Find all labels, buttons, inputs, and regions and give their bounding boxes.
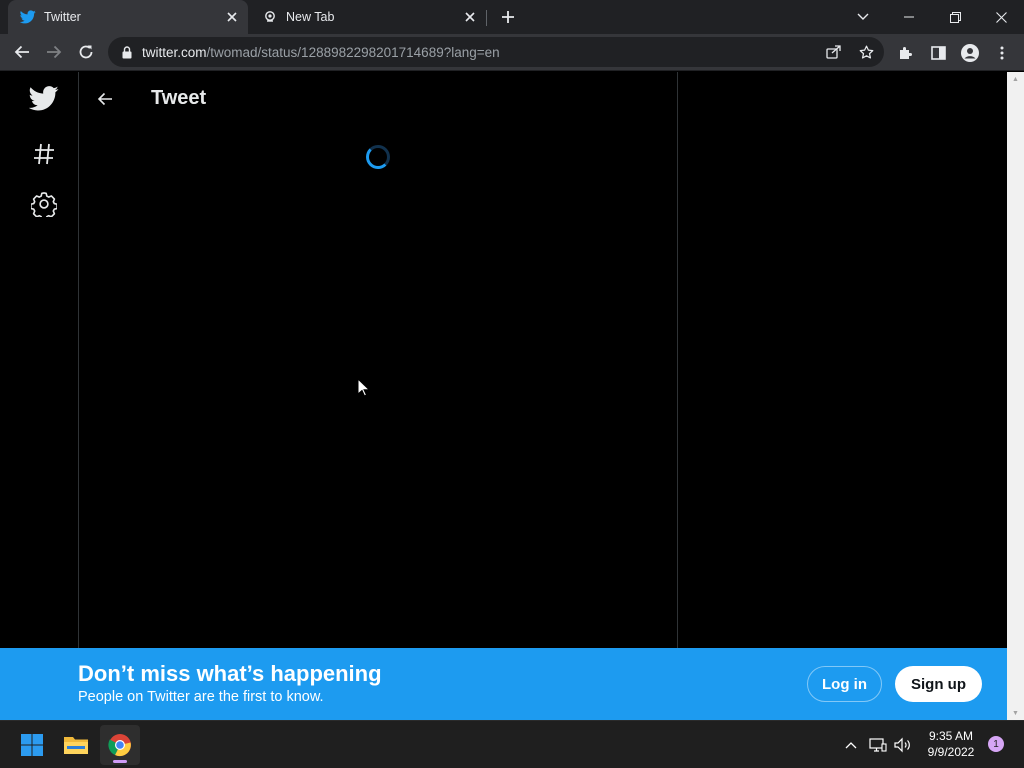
browser-menu-kebab-icon[interactable] xyxy=(989,40,1015,66)
profile-avatar-icon[interactable] xyxy=(957,40,983,66)
file-explorer-icon[interactable] xyxy=(56,725,96,765)
share-icon[interactable] xyxy=(823,41,845,63)
new-tab-globe-icon xyxy=(262,9,278,25)
hashtag-icon[interactable] xyxy=(22,132,66,176)
restore-icon[interactable] xyxy=(932,0,978,34)
url-host: twitter.com xyxy=(142,44,207,60)
url-text: twitter.com/twomad/status/12889822982017… xyxy=(142,45,500,60)
tab-title: New Tab xyxy=(286,10,335,24)
active-app-indicator xyxy=(113,760,127,763)
settings-gear-icon[interactable] xyxy=(22,182,66,226)
signup-banner: Don’t miss what’s happening People on Tw… xyxy=(0,648,1007,720)
scroll-up-arrow-icon[interactable]: ▲ xyxy=(1007,72,1024,86)
chrome-icon[interactable] xyxy=(100,725,140,765)
windows-start-icon[interactable] xyxy=(12,725,52,765)
left-navigation xyxy=(0,72,78,720)
clock-date: 9/9/2022 xyxy=(927,745,975,759)
tab-title: Twitter xyxy=(44,10,81,24)
tab-separator xyxy=(486,10,487,26)
tab-twitter[interactable]: Twitter xyxy=(8,0,248,34)
taskbar-clock[interactable]: 9:35 AM 9/9/2022 xyxy=(918,728,984,760)
show-hidden-icons-chevron-icon[interactable] xyxy=(839,733,863,757)
page-viewport: Tweet xyxy=(0,72,1007,720)
banner-headline: Don’t miss what’s happening xyxy=(78,661,382,686)
back-arrow-icon[interactable] xyxy=(8,38,36,66)
tab-new-tab[interactable]: New Tab xyxy=(250,0,486,34)
banner-subtext: People on Twitter are the first to know. xyxy=(78,689,324,705)
network-icon[interactable] xyxy=(866,733,890,757)
tweet-header: Tweet xyxy=(79,72,677,125)
reload-icon[interactable] xyxy=(72,38,100,66)
twitter-bird-icon xyxy=(20,9,36,25)
column-divider xyxy=(78,72,79,720)
new-tab-plus-icon[interactable] xyxy=(496,5,520,29)
page-title: Tweet xyxy=(151,87,207,109)
browser-toolbar: twitter.com/twomad/status/12889822982017… xyxy=(0,34,1024,71)
log-in-button[interactable]: Log in xyxy=(807,666,882,702)
url-path: /twomad/status/1288982298201714689?lang=… xyxy=(206,44,500,60)
tab-search-chevron-icon[interactable] xyxy=(840,0,886,34)
mouse-cursor-icon xyxy=(357,377,371,402)
close-window-icon[interactable] xyxy=(978,0,1024,34)
page-scrollbar[interactable]: ▲ ▼ xyxy=(1007,72,1024,720)
twitter-bird-icon[interactable] xyxy=(22,76,66,120)
side-panel-icon[interactable] xyxy=(925,40,951,66)
clock-time: 9:35 AM xyxy=(928,729,974,743)
notification-badge[interactable]: 1 xyxy=(988,736,1004,752)
column-divider xyxy=(677,72,678,720)
scroll-down-arrow-icon[interactable]: ▼ xyxy=(1007,706,1024,720)
bookmark-star-icon[interactable] xyxy=(855,41,877,63)
windows-taskbar: 9:35 AM 9/9/2022 xyxy=(0,720,1024,768)
sign-up-button[interactable]: Sign up xyxy=(895,666,982,702)
minimize-icon[interactable] xyxy=(886,0,932,34)
browser-tab-strip: Twitter New Tab xyxy=(0,0,1024,34)
back-arrow-icon[interactable] xyxy=(93,87,117,111)
lock-icon[interactable] xyxy=(120,45,134,59)
close-tab-icon[interactable] xyxy=(458,5,482,29)
loading-spinner xyxy=(366,145,390,169)
close-tab-icon[interactable] xyxy=(220,5,244,29)
extensions-puzzle-icon[interactable] xyxy=(893,40,919,66)
forward-arrow-icon[interactable] xyxy=(40,38,68,66)
address-bar[interactable]: twitter.com/twomad/status/12889822982017… xyxy=(108,37,884,67)
volume-speaker-icon[interactable] xyxy=(891,733,915,757)
